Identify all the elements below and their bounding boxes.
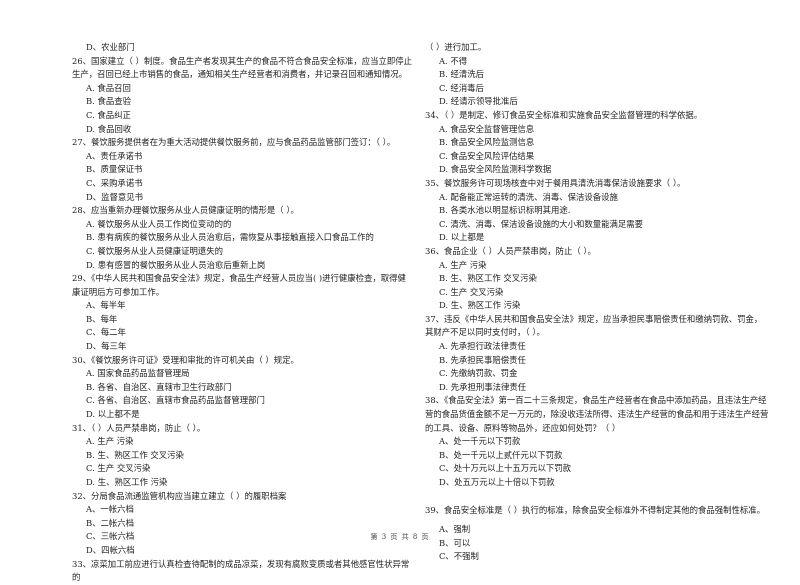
option: D、四帐六档 [86,544,135,555]
option: A、每半年 [86,300,126,311]
option: C. 经消毒后 [439,82,484,93]
option: B. 经清洗后 [439,69,484,80]
option: C. 食品纠正 [86,109,131,120]
question-stem: 27、餐饮服务提供者在为重大活动提供餐饮服务前，应与食品药品监管部门签订：（ ）… [72,137,396,148]
option: B. 生、熟区工作 交叉污染 [439,273,537,284]
option: D、处五万元以上十倍以下罚款 [439,477,555,487]
option: A、处一千元以下罚款 [439,436,521,447]
question-stem: 38、《食品安全法》第一百二十三条规定，食品生产经营者在食品中添加药品，且违法生… [425,395,769,433]
question-item: 33、凉菜加工前应进行认真检查待配制的成品凉菜，发现有腐败变质或者其他感官性状异… [72,558,412,585]
option: A、一帐六档 [86,504,134,515]
question-stem: 39、食品安全标准是（ ）执行的标准，除食品安全标准外不得制定其他的食品强制性标… [425,504,765,515]
question-stem: 33、凉菜加工前应进行认真检查待配制的成品凉菜，发现有腐败变质或者其他感官性状异… [72,558,410,583]
question-item: 35、餐饮服务许可现场核查中对于餐用具清洗消毒保洁设施要求（ ）。 A. 配备能正… [425,177,770,245]
question-item: 30、《餐饮服务许可证》受理和审批的许可机关由（ ）规定。 A. 国家食品药品监督… [72,354,412,422]
option: C. 各省、自治区、直辖市食品药品监督管理部门 [86,395,265,406]
option: B. 生、熟区工作 交叉污染 [86,449,184,460]
option: D、农业部门 [86,42,135,52]
question-item: 37、违反《中华人民共和国食品安全法》规定，应当承担民事赔偿责任和缴纳罚款、罚金… [425,313,770,395]
option: A. 生产 污染 [86,436,134,447]
option: A. 不得 [439,55,468,66]
option: A. 餐饮服务从业人员工作岗位变动的的 [86,218,232,229]
option: C、每二年 [86,327,126,338]
option: C、采购承诺书 [86,177,143,188]
option: B. 食品安全风险监测信息 [439,137,535,148]
option: B、二帐六档 [86,517,135,528]
option: C. 食品安全风险评估结果 [439,150,535,161]
option: B、每年 [86,313,118,324]
option: D. 生、熟区工作 污染 [86,477,168,487]
option: D. 先承担刑事法律责任 [439,381,527,392]
question-item: 32、分局食品流通监管机构应当建立建立（ ）的履职档案 A、一帐六档 B、二帐六档 C… [72,490,412,558]
question-item: 27、餐饮服务提供者在为重大活动提供餐饮服务前，应与食品药品监管部门签订：（ ）… [72,136,412,204]
left-column: D、农业部门 26、国家建立（ ）制度。食品生产者发现其生产的食品不符合食品安全… [72,41,412,585]
option: C. 先缴纳罚款、罚金 [439,368,518,379]
option: D、监督意见书 [86,191,143,202]
option: D. 以上都不是 [86,409,140,420]
question-item: 29、《中华人民共和国食品安全法》规定，食品生产经营人员应当( )进行健康检查，… [72,272,412,354]
question-list: 26、国家建立（ ）制度。食品生产者发现其生产的食品不符合食品安全标准，应当立即… [72,55,412,585]
option: C、不强制 [439,551,479,562]
option: A. 食品召回 [86,82,131,93]
question-item: 31、（ ）人员严禁串岗，防止（ ）。 A. 生产 污染 B. 生、熟区工作 交叉污… [72,422,412,490]
question-item: 38、《食品安全法》第一百二十三条规定，食品生产经营者在食品中添加药品，且违法生… [425,394,770,503]
option: A、责任承诺书 [86,150,143,161]
option: D. 以上都是 [439,232,485,243]
option: C. 清洗、消毒、保洁设备设施的大小和数量能满足需要 [439,218,644,229]
option: A. 食品安全监督管理信息 [439,123,535,134]
option: D、每三年 [86,341,127,352]
question-stem: 28、应当重新办理餐饮服务从业人员健康证明的情形是（ ）。 [72,205,299,216]
question-stem: 31、（ ）人员严禁串岗，防止（ ）。 [72,422,206,433]
question-stem: 26、国家建立（ ）制度。食品生产者发现其生产的食品不符合食品安全标准，应当立即… [72,55,412,80]
question-item: 36、食品企业（ ）人员严禁串岗，防止（ ）。 A. 生产 污染 B. 生、熟区工作… [425,245,770,313]
question-stem: 36、食品企业（ ）人员严禁串岗，防止（ ）。 [425,245,596,256]
option: B. 患有病疾的餐饮服务从业人员治愈后，需恢复从事接触直接入口食品工作的 [86,232,374,243]
option: C、处十万元以上十五万元以下罚款 [439,463,572,474]
right-column: （ ）进行加工。 A. 不得 B. 经清洗后 C. 经消毒后 D. 经请示领导批… [425,41,770,564]
option: A. 先承担行政法律责任 [439,341,526,352]
option: A. 生产 污染 [439,259,487,270]
question-stem: 35、餐饮服务许可现场核查中对于餐用具清洗消毒保洁设施要求（ ）。 [425,177,686,188]
option: C. 生产 交叉污染 [439,286,504,297]
option: B、质量保证书 [86,164,143,175]
option: B. 先承担民事赔偿责任 [439,354,526,365]
question-list: 34、（ ）是制定、修订食品安全标准和实施食品安全监督管理的科学依据。 A. 食品… [425,109,770,564]
option: D. 生、熟区工作 污染 [439,300,521,311]
page-number: 第 3 页 共 8 页 [370,533,430,541]
question-stem-continued: （ ）进行加工。 [425,42,487,52]
option: B. 各类水池以明显标识标明其用途. [439,205,571,216]
option: D. 经请示领导批准后 [439,96,518,107]
question-item: 34、（ ）是制定、修订食品安全标准和实施食品安全监督管理的科学依据。 A. 食品… [425,109,770,177]
option: D. 食品回收 [86,123,132,134]
option: A. 国家食品药品监督管理局 [86,368,190,379]
option: B. 食品查验 [86,96,131,107]
option: C. 生产 交叉污染 [86,463,151,474]
option: A. 配备能正常运转的清洗、消毒、保洁设备设施 [439,191,618,202]
option: B. 各省、自治区、直辖市卫生行政部门 [86,381,232,392]
option: D. 食品安全风险监测科学数据 [439,164,552,175]
question-stem: 37、违反《中华人民共和国食品安全法》规定，应当承担民事赔偿责任和缴纳罚款、罚金… [425,313,763,338]
question-stem: 34、（ ）是制定、修订食品安全标准和实施食品安全监督管理的科学依据。 [425,109,703,120]
question-stem: 32、分局食品流通监管机构应当建立建立（ ）的履职档案 [72,490,287,501]
question-item: 28、应当重新办理餐饮服务从业人员健康证明的情形是（ ）。 A. 餐饮服务从业人员… [72,204,412,272]
option: D. 患有感冒的餐饮服务从业人员治愈后重新上岗 [86,259,266,270]
option: B、处一千元以上贰仟元以下罚款 [439,449,563,460]
question-item: 26、国家建立（ ）制度。食品生产者发现其生产的食品不符合食品安全标准，应当立即… [72,55,412,137]
option: C. 餐饮服务从业人员健康证明遗失的 [86,245,224,256]
question-stem: 29、《中华人民共和国食品安全法》规定，食品生产经营人员应当( )进行健康检查，… [72,273,406,297]
question-stem: 30、《餐饮服务许可证》受理和审批的许可机关由（ ）规定。 [72,354,299,365]
